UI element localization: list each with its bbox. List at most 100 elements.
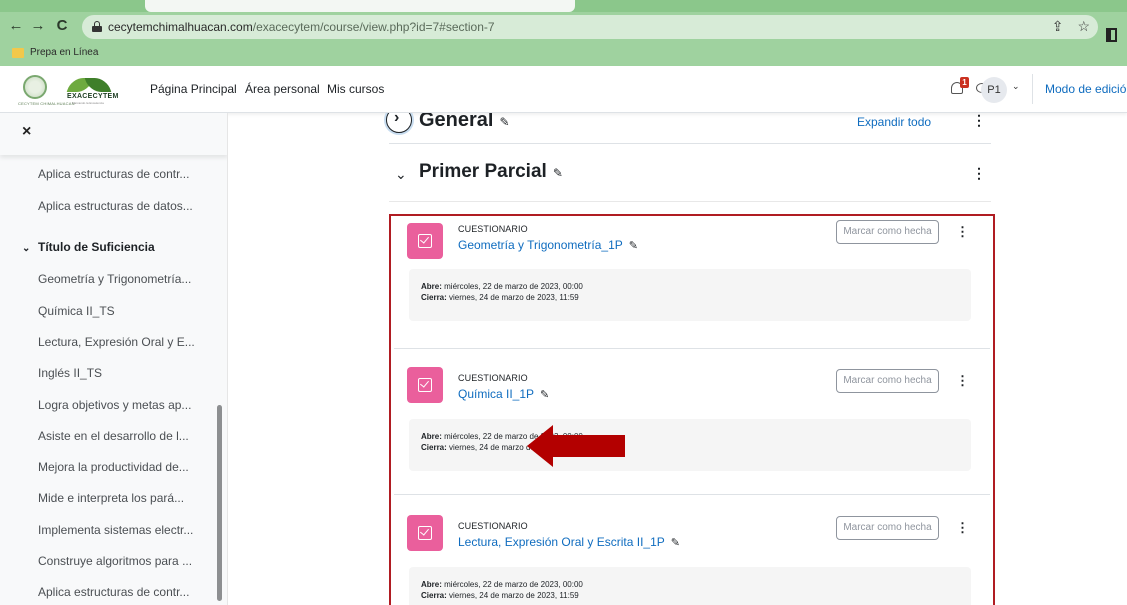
chevron-down-icon[interactable]: ⌄ — [1012, 81, 1020, 92]
url-host: cecytemchimalhuacan.com — [108, 20, 253, 34]
section-toggle-general[interactable]: › — [386, 113, 412, 133]
mark-as-done-button[interactable]: Marcar como hecha — [836, 516, 939, 540]
drawer-scrollbar[interactable] — [217, 405, 222, 601]
nav-link-my-courses[interactable]: Mis cursos — [327, 82, 384, 96]
brand-name: EXACECYTEM — [67, 93, 119, 100]
drawer-item[interactable]: Asiste en el desarrollo de l... — [38, 429, 189, 443]
quiz-icon[interactable] — [407, 223, 443, 259]
drawer-item[interactable]: Construye algoritmos para ... — [38, 554, 192, 568]
pencil-icon[interactable]: ✎ — [553, 166, 563, 180]
browser-toolbar: ← → C cecytemchimalhuacan.com/exacecytem… — [0, 0, 1127, 66]
lock-icon — [92, 21, 102, 32]
omnibox-actions: ⇪ ☆ — [1038, 18, 1090, 35]
edit-mode-toggle[interactable]: Modo de edición — [1045, 82, 1127, 96]
activity-name[interactable]: Geometría y Trigonometría_1P — [458, 238, 623, 252]
pencil-icon[interactable]: ✎ — [629, 240, 638, 252]
drawer-item[interactable]: Mide e interpreta los pará... — [38, 491, 184, 505]
drawer-section-titulo-suficiencia[interactable]: ⌄ Título de Suficiencia — [22, 240, 155, 254]
opens-label: Abre: — [421, 432, 442, 441]
site-navbar: CECYTEM CHIMALHUACAN EXACECYTEM Marcando… — [0, 66, 1127, 113]
quiz-icon[interactable] — [407, 515, 443, 551]
drawer-item[interactable]: Inglés II_TS — [38, 366, 102, 380]
pencil-icon[interactable]: ✎ — [499, 115, 509, 129]
section-title-general-text: General — [419, 113, 494, 131]
activity-quiz-lectura: CUESTIONARIO Lectura, Expresión Oral y E… — [394, 495, 990, 605]
drawer-item[interactable]: Química II_TS — [38, 304, 115, 318]
annotation-arrow-shape — [527, 425, 625, 467]
bookmark-prepa-en-linea[interactable]: Prepa en Línea — [30, 47, 98, 58]
side-panel-icon[interactable] — [1106, 28, 1117, 42]
kebab-menu-icon[interactable]: ⋮ — [956, 520, 969, 536]
activity-link[interactable]: Química II_1P ✎ — [458, 387, 549, 401]
activity-type: CUESTIONARIO — [458, 224, 528, 234]
expand-all-link[interactable]: Expandir todo — [857, 115, 931, 129]
drawer-item[interactable]: Aplica estructuras de contr... — [38, 167, 189, 181]
activity-type: CUESTIONARIO — [458, 521, 528, 531]
drawer-section-label: Título de Suficiencia — [38, 240, 155, 254]
active-tab[interactable] — [145, 0, 575, 12]
reload-button[interactable]: C — [52, 16, 72, 36]
closes-date: Cierra: viernes, 24 de marzo de 2023, 11… — [421, 591, 579, 600]
annotation-arrow — [527, 425, 625, 467]
mark-as-done-button[interactable]: Marcar como hecha — [836, 369, 939, 393]
drawer-item[interactable]: Implementa sistemas electr... — [38, 523, 193, 537]
section-divider — [389, 143, 991, 144]
navbar-divider — [1032, 74, 1033, 104]
address-bar[interactable]: cecytemchimalhuacan.com/exacecytem/cours… — [82, 15, 1098, 39]
drawer-item[interactable]: Geometría y Trigonometría... — [38, 272, 191, 286]
kebab-menu-icon[interactable]: ⋮ — [972, 113, 986, 129]
quiz-icon[interactable] — [407, 367, 443, 403]
cecytem-logo[interactable] — [23, 75, 47, 99]
section-divider — [389, 201, 991, 202]
section-title-primer-parcial-text: Primer Parcial — [419, 161, 547, 182]
nav-link-home[interactable]: Página Principal — [150, 82, 237, 96]
drawer-item[interactable]: Aplica estructuras de datos... — [38, 199, 193, 213]
drawer-header: × — [0, 113, 227, 155]
closes-label: Cierra: — [421, 443, 447, 452]
exacecytem-logo[interactable]: EXACECYTEM Marcando la Excelencia — [65, 74, 119, 105]
closes-value: viernes, 24 de marzo de 2023, 11:59 — [449, 591, 579, 600]
forward-button[interactable]: → — [28, 16, 48, 36]
closes-date: Cierra: viernes, 24 de marzo de 2023, 11… — [421, 293, 579, 302]
course-content: › General ✎ Expandir todo ⋮ ⌄ Primer Parc… — [229, 113, 1127, 605]
nav-link-dashboard[interactable]: Área personal — [245, 82, 320, 96]
mark-as-done-button[interactable]: Marcar como hecha — [836, 220, 939, 244]
course-index-drawer: × Aplica estructuras de contr... Aplica … — [0, 113, 228, 605]
address-row: ← → C cecytemchimalhuacan.com/exacecytem… — [0, 12, 1127, 42]
activity-dates: Abre: miércoles, 22 de marzo de 2023, 00… — [409, 419, 971, 471]
drawer-item[interactable]: Mejora la productividad de... — [38, 460, 189, 474]
avatar[interactable]: P1 — [981, 77, 1007, 103]
section-title-general: General ✎ — [419, 113, 510, 132]
activity-type: CUESTIONARIO — [458, 373, 528, 383]
chevron-down-icon[interactable]: ⌄ — [22, 243, 34, 254]
drawer-item[interactable]: Logra objetivos y metas ap... — [38, 398, 191, 412]
back-button[interactable]: ← — [6, 16, 26, 36]
opens-value: miércoles, 22 de marzo de 2023, 00:00 — [444, 282, 583, 291]
star-icon[interactable]: ☆ — [1077, 18, 1090, 34]
bookmarks-bar: Prepa en Línea — [0, 42, 1127, 66]
activity-name[interactable]: Química II_1P — [458, 387, 534, 401]
folder-icon — [12, 48, 24, 58]
drawer-item[interactable]: Lectura, Expresión Oral y E... — [38, 335, 195, 349]
kebab-menu-icon[interactable]: ⋮ — [956, 224, 969, 240]
opens-label: Abre: — [421, 282, 442, 291]
url-path: /exacecytem/course/view.php?id=7#section… — [252, 20, 495, 34]
activity-link[interactable]: Lectura, Expresión Oral y Escrita II_1P ✎ — [458, 535, 680, 549]
opens-label: Abre: — [421, 580, 442, 589]
chevron-down-icon[interactable]: ⌄ — [395, 166, 407, 183]
activity-quiz-quimica: CUESTIONARIO Química II_1P ✎ Marcar como … — [394, 349, 990, 494]
activity-name[interactable]: Lectura, Expresión Oral y Escrita II_1P — [458, 535, 665, 549]
kebab-menu-icon[interactable]: ⋮ — [956, 373, 969, 389]
activity-link[interactable]: Geometría y Trigonometría_1P ✎ — [458, 238, 638, 252]
section-title-primer-parcial: Primer Parcial ✎ — [419, 161, 563, 183]
pencil-icon[interactable]: ✎ — [540, 389, 549, 401]
kebab-menu-icon[interactable]: ⋮ — [972, 165, 986, 182]
drawer-item[interactable]: Aplica estructuras de contr... — [38, 585, 189, 599]
pencil-icon[interactable]: ✎ — [671, 537, 680, 549]
closes-label: Cierra: — [421, 591, 447, 600]
opens-date: Abre: miércoles, 22 de marzo de 2023, 00… — [421, 282, 583, 291]
close-icon[interactable]: × — [22, 123, 31, 141]
share-icon[interactable]: ⇪ — [1052, 18, 1064, 34]
opens-value: miércoles, 22 de marzo de 2023, 00:00 — [444, 580, 583, 589]
activity-quiz-geometria: CUESTIONARIO Geometría y Trigonometría_1… — [394, 216, 990, 348]
